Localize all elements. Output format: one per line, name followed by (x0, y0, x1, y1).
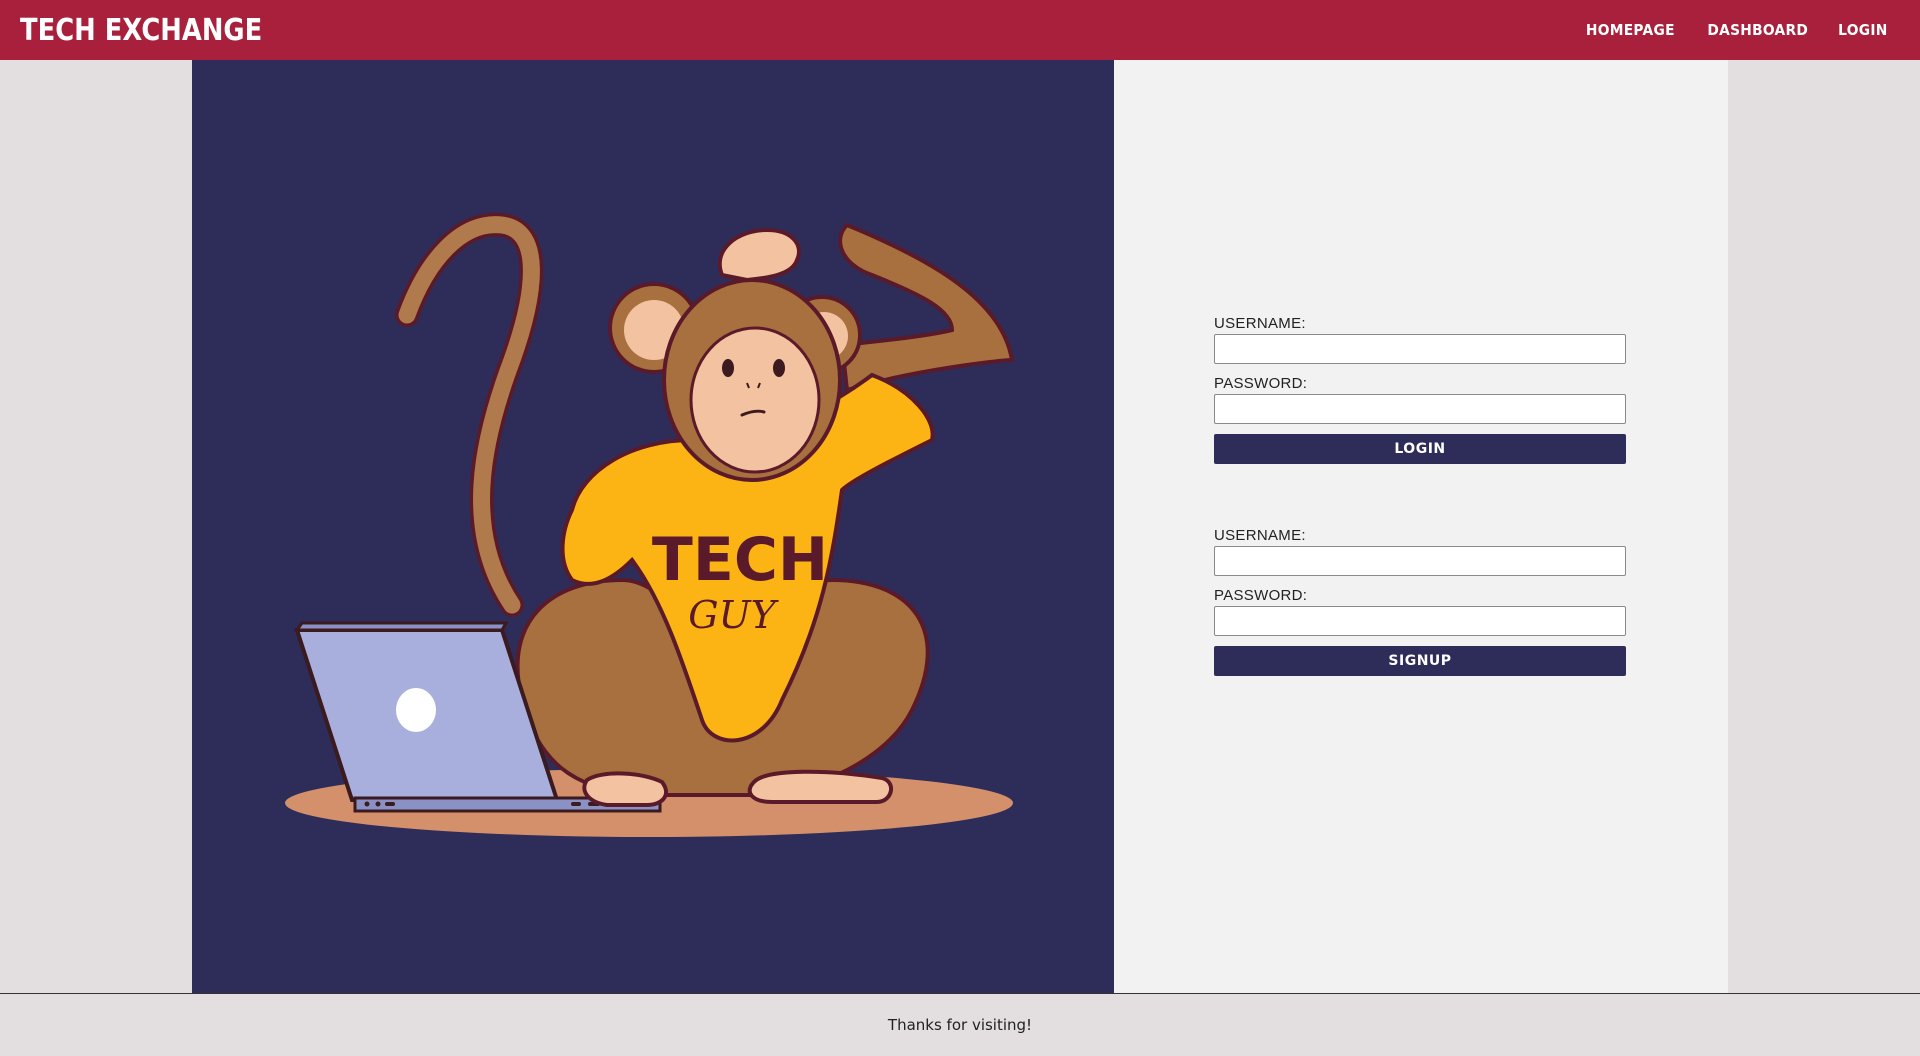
login-form: USERNAME: PASSWORD: LOGIN (1214, 315, 1626, 464)
login-username-label: USERNAME: (1214, 315, 1306, 332)
monkey-raised-arm (838, 222, 1015, 393)
signup-button[interactable]: SIGNUP (1214, 646, 1626, 676)
nav-link-homepage[interactable]: HOMEPAGE (1586, 21, 1675, 39)
footer-text: Thanks for visiting! (887, 1016, 1033, 1034)
nav-link-dashboard[interactable]: DASHBOARD (1707, 21, 1808, 39)
nav-links: HOMEPAGE DASHBOARD LOGIN (1582, 21, 1890, 39)
laptop-logo (396, 688, 436, 732)
login-username-input[interactable] (1214, 334, 1626, 364)
shirt-text-guy: GUY (688, 593, 779, 637)
nav-link-login[interactable]: LOGIN (1838, 21, 1887, 39)
monkey-face (689, 326, 821, 474)
login-button[interactable]: LOGIN (1214, 434, 1626, 464)
navbar: TECH EXCHANGE HOMEPAGE DASHBOARD LOGIN (0, 0, 1920, 60)
monkey-illustration: TECH GUY (285, 212, 1015, 837)
monkey-hand (717, 227, 801, 283)
footer: Thanks for visiting! (0, 993, 1920, 1056)
shirt-text-tech: TECH (652, 525, 828, 595)
hero-illustration-panel: TECH GUY (192, 60, 1114, 993)
signup-form: USERNAME: PASSWORD: SIGNUP (1214, 527, 1626, 676)
signup-username-input[interactable] (1214, 546, 1626, 576)
signup-password-input[interactable] (1214, 606, 1626, 636)
auth-panel: USERNAME: PASSWORD: LOGIN USERNAME: PASS… (1114, 60, 1728, 993)
signup-username-label: USERNAME: (1214, 527, 1306, 544)
login-password-input[interactable] (1214, 394, 1626, 424)
login-password-label: PASSWORD: (1214, 375, 1308, 392)
signup-password-label: PASSWORD: (1214, 587, 1308, 604)
main-content: TECH GUY USERNAME: PASSWORD: LOGIN USERN… (192, 60, 1728, 993)
site-brand[interactable]: TECH EXCHANGE (20, 13, 262, 48)
